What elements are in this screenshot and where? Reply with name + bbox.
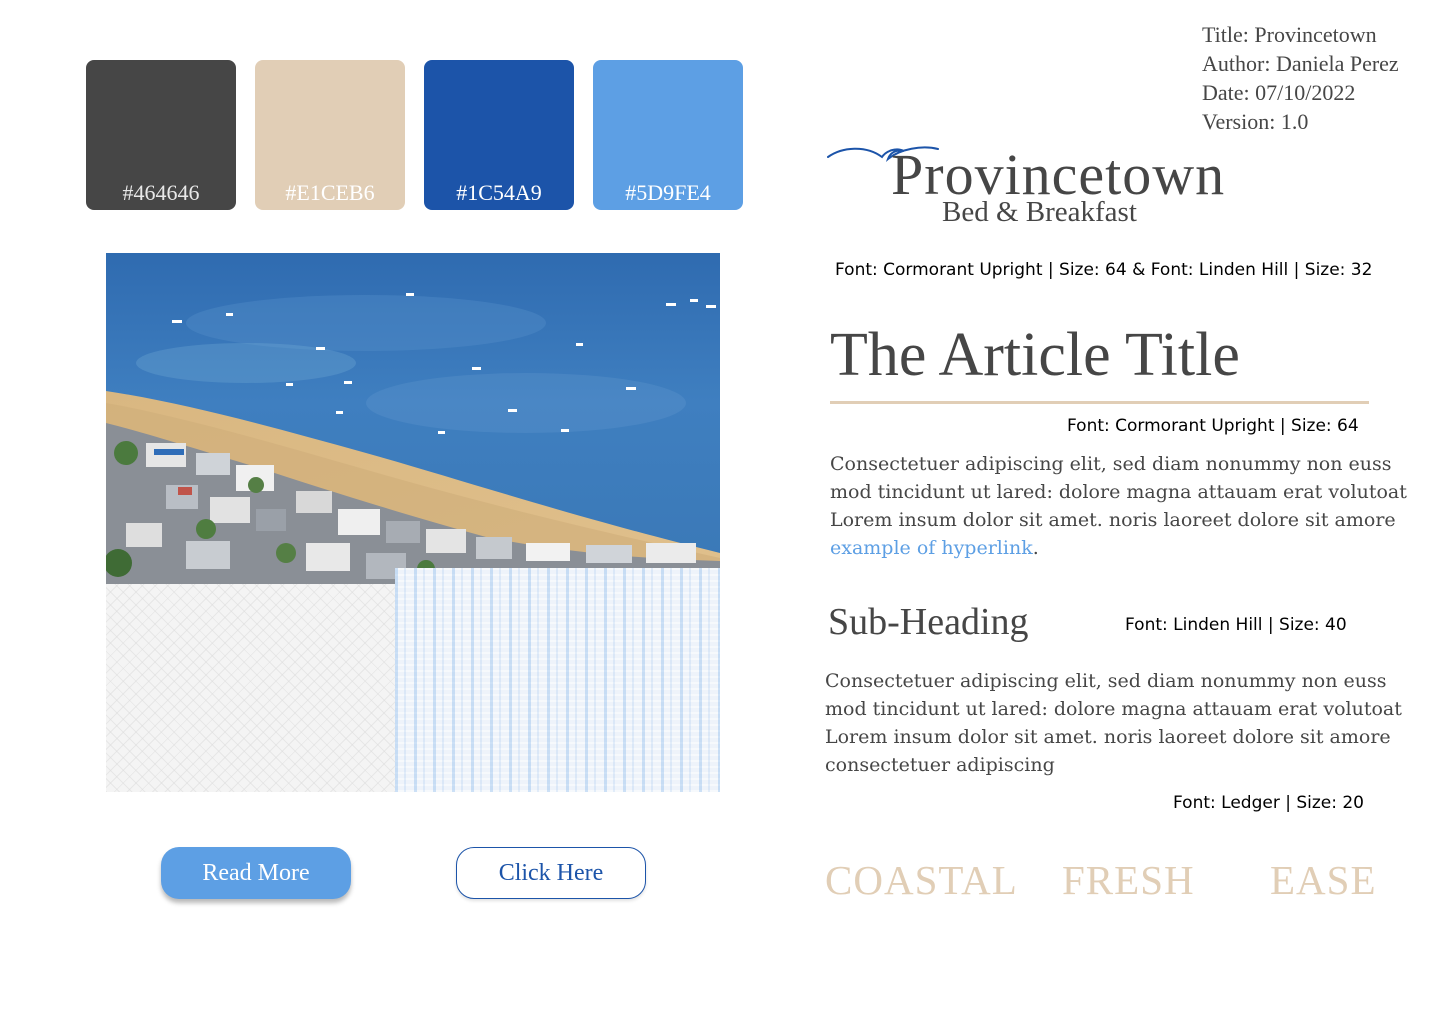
subheading-font-note: Font: Linden Hill | Size: 40 — [1125, 615, 1347, 635]
keyword-fresh: FRESH — [1062, 857, 1195, 903]
paragraph-line: example of hyperlink. — [830, 534, 1407, 562]
paragraph-line: consectetuer adipiscing — [825, 754, 1055, 776]
document-meta: Title: Provincetown Author: Daniela Pere… — [1202, 20, 1399, 136]
click-here-button[interactable]: Click Here — [456, 847, 646, 899]
stripe-pattern-swatch — [395, 568, 720, 792]
wave-pattern-swatch — [106, 584, 395, 792]
swatch-label: #E1CEB6 — [285, 180, 375, 205]
paragraph-line: Lorem insum dolor sit amet. noris laoree… — [830, 509, 1396, 531]
article-paragraph-2: Consectetuer adipiscing elit, sed diam n… — [825, 667, 1402, 779]
meta-version: Version: 1.0 — [1202, 109, 1309, 134]
paragraph-line: mod tincidunt ut lared: dolore magna att… — [825, 698, 1402, 720]
article-title: The Article Title — [830, 321, 1240, 389]
body-font-note: Font: Ledger | Size: 20 — [1173, 793, 1365, 813]
swatch-label: #1C54A9 — [456, 180, 542, 205]
coastal-photo — [106, 253, 720, 584]
title-font-note: Font: Cormorant Upright | Size: 64 — [1067, 416, 1359, 436]
swatch-sky: #5D9FE4 — [593, 60, 743, 210]
article-paragraph-1: Consectetuer adipiscing elit, sed diam n… — [830, 450, 1407, 562]
swatch-sand: #E1CEB6 — [255, 60, 405, 210]
keyword-coastal: COASTAL — [825, 857, 1018, 903]
hyperlink-period: . — [1032, 537, 1039, 559]
read-more-button[interactable]: Read More — [161, 847, 351, 899]
meta-author: Author: Daniela Perez — [1202, 51, 1399, 76]
meta-date: Date: 07/10/2022 — [1202, 80, 1356, 105]
swatch-label: #464646 — [122, 180, 200, 205]
logo-font-note: Font: Cormorant Upright | Size: 64 & Fon… — [835, 260, 1373, 280]
meta-title: Title: Provincetown — [1202, 22, 1377, 47]
paragraph-line: mod tincidunt ut lared: dolore magna att… — [830, 481, 1407, 503]
paragraph-line: Lorem insum dolor sit amet. noris laoree… — [825, 726, 1391, 748]
swatch-navy: #1C54A9 — [424, 60, 574, 210]
title-divider — [830, 401, 1369, 404]
paragraph-line: Consectetuer adipiscing elit, sed diam n… — [830, 453, 1392, 475]
example-hyperlink[interactable]: example of hyperlink — [830, 537, 1033, 559]
swatch-label: #5D9FE4 — [625, 180, 711, 205]
swatch-dark: #464646 — [86, 60, 236, 210]
keyword-ease: EASE — [1270, 857, 1377, 903]
sub-heading: Sub-Heading — [828, 601, 1029, 643]
logo-tagline: Bed & Breakfast — [942, 196, 1137, 228]
coastal-photo-illustration — [106, 253, 720, 584]
paragraph-line: Consectetuer adipiscing elit, sed diam n… — [825, 670, 1387, 692]
